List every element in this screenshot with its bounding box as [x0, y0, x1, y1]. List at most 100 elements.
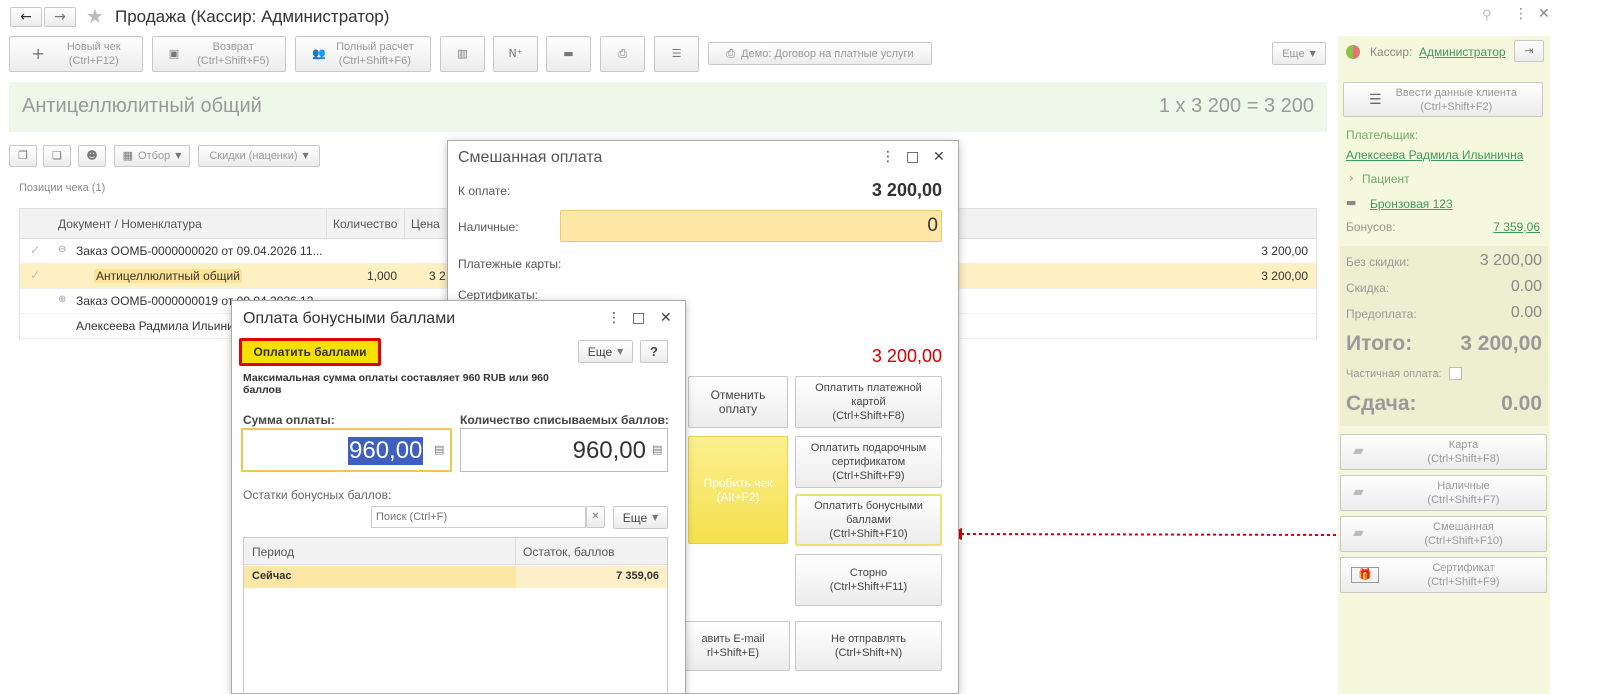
close-icon[interactable]: ✕ — [660, 310, 672, 326]
list-button[interactable]: ☰ — [654, 36, 699, 72]
bonus-more-button[interactable]: Еще ▼ — [578, 340, 633, 363]
search-input[interactable] — [371, 506, 586, 528]
person-icon: ☻ — [86, 149, 98, 162]
dropdown-icon: ▼ — [1309, 48, 1316, 58]
check-icon: ✓ — [30, 243, 41, 257]
pay-mixed-key: (Ctrl+Shift+F10) — [1424, 535, 1503, 547]
bonus-dialog-title: Оплата бонусными баллами — [243, 310, 456, 327]
pay-card-button[interactable]: ▰ Карта (Ctrl+Shift+F8) — [1340, 434, 1547, 470]
new-check-label: Новый чек — [66, 41, 121, 53]
menu-dots-icon[interactable]: ⋮ — [607, 310, 621, 326]
stack-icon: ❏ — [52, 149, 62, 162]
storno-button[interactable]: Сторно (Ctrl+Shift+F11) — [795, 554, 942, 606]
arrow-left-icon: ← — [20, 9, 32, 25]
patient-label[interactable]: Пациент — [1362, 172, 1410, 186]
return-button[interactable]: ▣ Возврат (Ctrl+Shift+F5) — [152, 36, 286, 72]
points-value: 960,00 — [572, 437, 646, 464]
partial-checkbox[interactable] — [1449, 367, 1462, 380]
pay-by-card-button[interactable]: Оплатить платежной картой (Ctrl+Shift+F8) — [795, 376, 942, 428]
no-send-label: Не отправлять — [831, 633, 906, 645]
tool-2-button[interactable]: ❏ — [43, 145, 71, 167]
table-row-selected[interactable]: Сейчас 7 359,06 — [244, 566, 667, 588]
discount-card-link[interactable]: Бронзовая 123 — [1370, 197, 1453, 211]
expand-icon[interactable]: ⊕ — [58, 294, 66, 305]
maximize-icon[interactable]: □ — [906, 149, 919, 165]
card-payment-icon: ▰ — [1353, 443, 1364, 459]
logout-button[interactable]: ⇥ — [1514, 40, 1544, 62]
filter-icon: ▦ — [122, 149, 134, 162]
tool-1-button[interactable]: ❐ — [9, 145, 37, 167]
to-pay-label: К оплате: — [458, 184, 511, 198]
client-data-button[interactable]: ☰ Ввести данные клиента (Ctrl+Shift+F2) — [1343, 82, 1543, 117]
link-icon[interactable]: ⚲ — [1482, 8, 1492, 23]
full-calc-key: (Ctrl+Shift+F6) — [338, 55, 411, 67]
clear-icon: ✕ — [591, 511, 600, 522]
calculator-icon[interactable]: ▤ — [434, 443, 444, 456]
chevron-right-icon[interactable]: › — [1349, 171, 1354, 185]
bonus-label: Бонусов: — [1346, 220, 1396, 234]
row-qty: 1,000 — [367, 269, 398, 283]
pay-by-gift-button[interactable]: Оплатить подарочным сертификатом (Ctrl+Sh… — [795, 436, 942, 488]
col-divider — [515, 538, 516, 565]
pay-points-label: Оплатить баллами — [253, 345, 367, 359]
row-rest: 7 359,06 — [616, 570, 659, 582]
number-button[interactable]: N⁺ — [493, 36, 538, 72]
pay-cert-key: (Ctrl+Shift+F9) — [1427, 576, 1500, 588]
pay-cash-button[interactable]: ▰ Наличные (Ctrl+Shift+F7) — [1340, 475, 1547, 511]
tool-3-button[interactable]: ☻ — [78, 145, 106, 167]
pay-gift-key: (Ctrl+Shift+F9) — [832, 470, 905, 482]
email-key: rl+Shift+E) — [707, 647, 759, 659]
menu-dots-icon[interactable]: ⋮ — [881, 149, 895, 165]
search-clear-button[interactable]: ✕ — [586, 506, 605, 528]
cancel-payment-button[interactable]: Отменить оплату — [688, 376, 788, 428]
window-title: Продажа (Кассир: Администратор) — [115, 7, 390, 26]
full-calc-button[interactable]: 👥 Полный расчет (Ctrl+Shift+F6) — [295, 36, 431, 72]
new-check-button[interactable]: + Новый чек (Ctrl+F12) — [9, 36, 143, 72]
mixed-payment-icon: ▰ — [1353, 525, 1364, 541]
pay-card-key: (Ctrl+Shift+F8) — [832, 410, 905, 422]
forward-button[interactable]: → — [44, 7, 76, 27]
row-sum: 3 200,00 — [1261, 269, 1308, 283]
pay-with-points-button[interactable]: Оплатить баллами — [239, 338, 381, 366]
filter-button[interactable]: ▦ Отбор ▼ — [114, 145, 190, 167]
arrow-right-icon: → — [54, 9, 66, 25]
collapse-icon[interactable]: ⊖ — [58, 244, 66, 255]
client-btn-key: (Ctrl+Shift+F2) — [1420, 100, 1493, 113]
printer-button[interactable]: ⎙ — [600, 36, 645, 72]
payer-link[interactable]: Алексеева Радмила Ильинична — [1346, 148, 1523, 162]
col-divider — [326, 209, 327, 239]
favorite-star-icon[interactable]: ★ — [86, 4, 104, 28]
prepay-value: 0.00 — [1510, 304, 1542, 321]
pay-mixed-label: Смешанная — [1433, 521, 1494, 533]
calculator-icon[interactable]: ▤ — [652, 443, 662, 456]
change-value: 0.00 — [1501, 392, 1542, 415]
no-send-button[interactable]: Не отправлять (Ctrl+Shift+N) — [795, 621, 942, 671]
col-period: Период — [252, 545, 295, 559]
sum-value: 960,00 — [348, 437, 424, 465]
maximize-icon[interactable]: □ — [632, 310, 645, 326]
discounts-label: Скидки (наценки) — [209, 150, 298, 162]
cashier-link[interactable]: Администратор — [1419, 45, 1506, 59]
mixed-dialog-title: Смешанная оплата — [458, 149, 603, 166]
close-icon[interactable]: ✕ — [1538, 6, 1550, 22]
rest-label: Остатки бонусных баллов: — [243, 488, 392, 502]
discounts-button[interactable]: Скидки (наценки) ▼ — [198, 145, 320, 167]
rest-more-button[interactable]: Еще ▼ — [613, 506, 668, 529]
barcode-button[interactable]: ▥ — [440, 36, 485, 72]
pay-card-label: Оплатить платежной картой — [815, 382, 922, 408]
help-button[interactable]: ? — [640, 340, 668, 363]
contract-button[interactable]: ⎙ Демо: Договор на платные услуги — [708, 42, 932, 65]
punch-check-button[interactable]: Пробить чек (Alt+F2) — [688, 436, 788, 544]
rest-table: Период Остаток, баллов Сейчас 7 359,06 — [243, 537, 668, 694]
pay-by-bonus-button[interactable]: Оплатить бонусными баллами (Ctrl+Shift+F1… — [795, 494, 942, 546]
menu-dots-icon[interactable]: ⋮ — [1514, 6, 1528, 22]
back-button[interactable]: ← — [10, 7, 42, 27]
list-icon: ☰ — [671, 47, 682, 60]
bonus-link[interactable]: 7 359,06 — [1480, 220, 1540, 234]
pay-certificate-button[interactable]: 🎁 Сертификат (Ctrl+Shift+F9) — [1340, 557, 1547, 593]
pay-mixed-button[interactable]: ▰ Смешанная (Ctrl+Shift+F10) — [1340, 516, 1547, 552]
close-icon[interactable]: ✕ — [933, 149, 945, 165]
more-button[interactable]: Еще ▼ — [1272, 42, 1326, 65]
card-button[interactable]: ▬ — [546, 36, 591, 72]
send-email-button[interactable]: авить E-mail rl+Shift+E) — [668, 621, 790, 671]
